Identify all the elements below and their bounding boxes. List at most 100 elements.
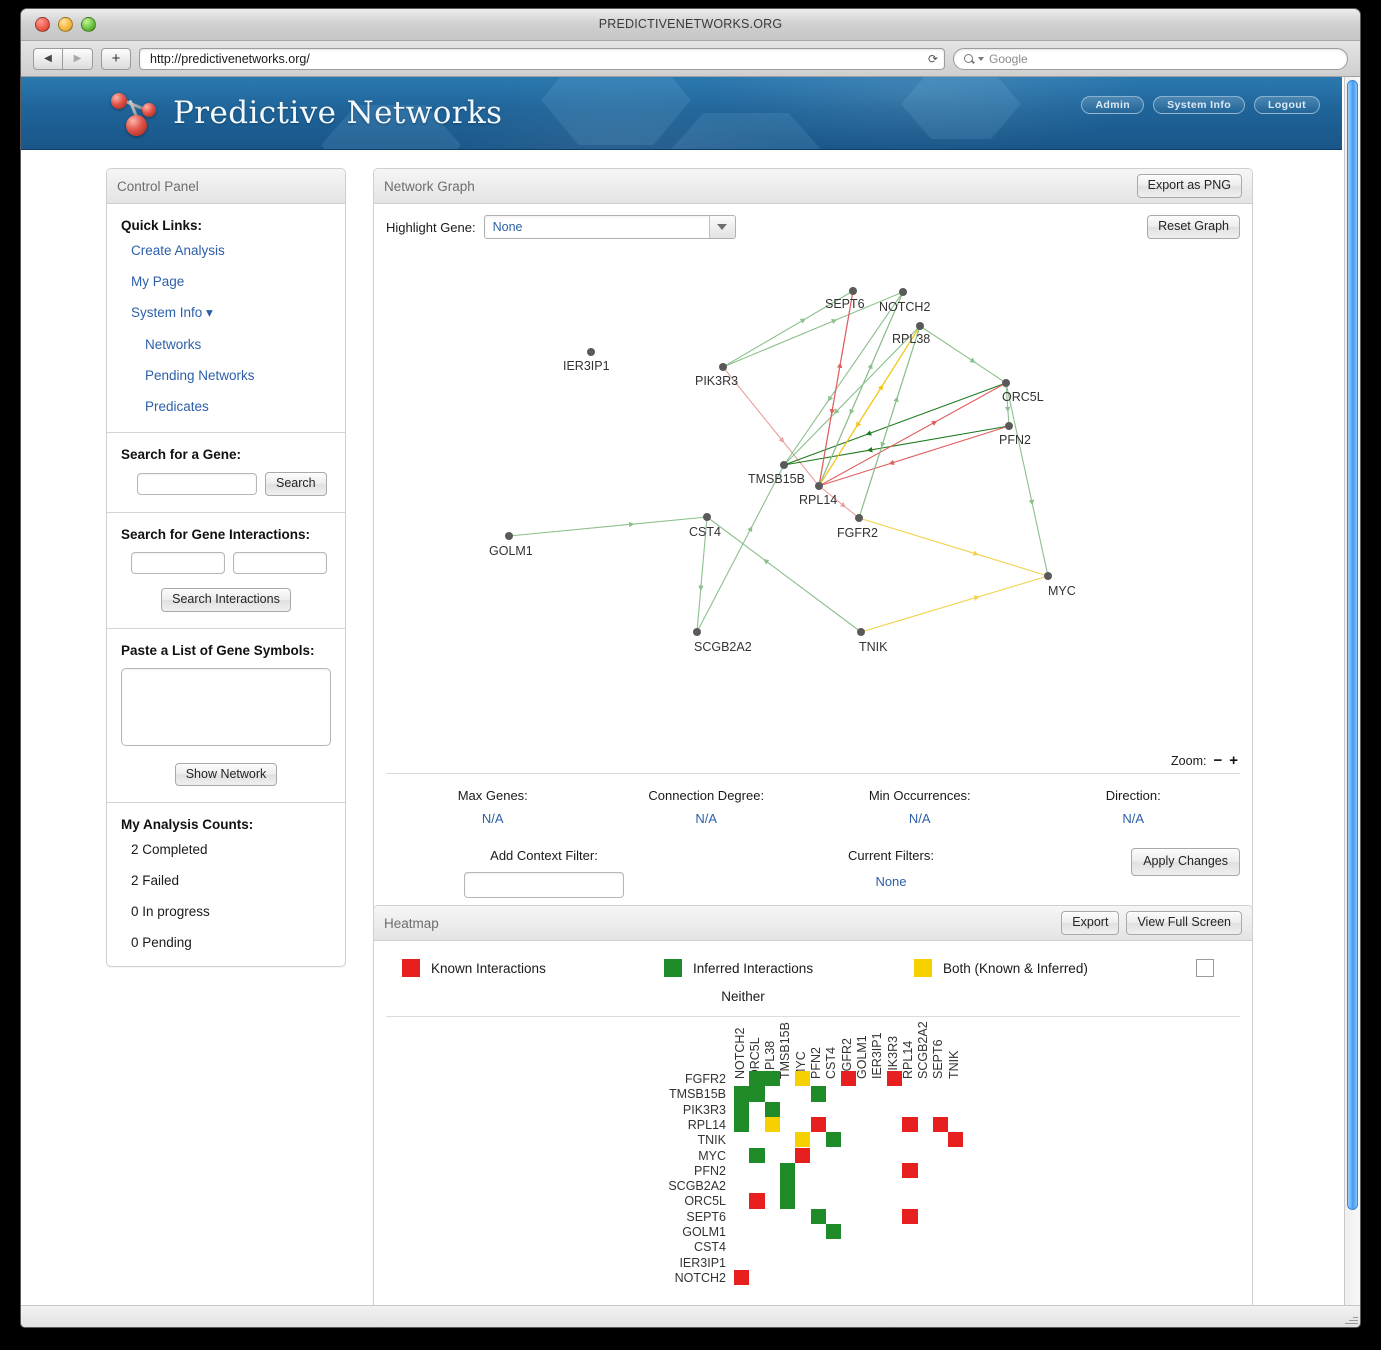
graph-node-label: SEPT6 [825, 297, 865, 311]
vertical-scrollbar[interactable] [1344, 77, 1360, 1305]
graph-node[interactable] [703, 513, 711, 521]
heatmap-cell[interactable] [932, 1116, 949, 1133]
gene-search-button[interactable]: Search [265, 472, 327, 496]
navigation-buttons[interactable]: ◀ ▶ [33, 47, 93, 70]
heatmap-cell[interactable] [902, 1162, 918, 1179]
new-tab-button[interactable]: + [101, 47, 131, 70]
chevron-down-icon[interactable] [708, 216, 735, 238]
heatmap-cell[interactable] [779, 1193, 796, 1209]
heatmap-cell[interactable] [749, 1071, 765, 1087]
interaction-gene-b-input[interactable] [233, 551, 327, 574]
show-network-button[interactable]: Show Network [174, 762, 278, 787]
filter-min-occurrences-label: Min Occurrences: [868, 788, 971, 803]
graph-node-label: CST4 [689, 525, 721, 539]
graph-node[interactable] [587, 348, 595, 356]
site-logo[interactable]: Predictive Networks [109, 89, 502, 137]
heatmap-cell[interactable] [902, 1208, 918, 1224]
network-graph-controls: Highlight Gene: None Reset Graph [374, 204, 1252, 248]
graph-node[interactable] [1044, 572, 1052, 580]
graph-node-label: TMSB15B [748, 472, 805, 486]
link-create-analysis[interactable]: Create Analysis [131, 243, 331, 258]
heatmap-cell[interactable] [825, 1132, 842, 1148]
browser-search-field[interactable]: Google [953, 47, 1348, 70]
graph-node[interactable] [855, 514, 863, 522]
add-context-filter-input[interactable] [463, 872, 624, 898]
view-full-screen-button[interactable]: View Full Screen [1126, 911, 1242, 935]
heatmap-cell[interactable] [810, 1208, 826, 1224]
graph-node[interactable] [719, 363, 727, 371]
gene-list-textarea[interactable] [121, 667, 331, 746]
apply-changes-button[interactable]: Apply Changes [1131, 848, 1240, 876]
graph-node-label: TNIK [859, 640, 888, 654]
graph-edge [631, 516, 708, 525]
system-info-button[interactable]: System Info [1153, 96, 1246, 114]
heatmap-column-label: SEPT6 [931, 1039, 946, 1079]
paste-gene-list-heading: Paste a List of Gene Symbols: [121, 642, 315, 658]
link-system-info[interactable]: System Info ▾ [131, 305, 331, 321]
graph-node[interactable] [1005, 422, 1013, 430]
heatmap-grid[interactable]: NOTCH2 ORC5L RPL38 TMSB15B MYC PFN2 CST4 FGFR2 G… [374, 1017, 1252, 1305]
highlight-gene-select[interactable]: None [483, 215, 736, 239]
link-pending-networks[interactable]: Pending Networks [145, 368, 331, 383]
heatmap-cell[interactable] [749, 1086, 765, 1102]
network-graph-svg[interactable]: SEPT6 NOTCH2 RPL38 IER3IP1 PIK3R3 ORC5L PFN2 TM… [374, 248, 1252, 753]
page-viewport: Predictive Networks Admin System Info Lo… [21, 77, 1360, 1305]
back-button[interactable]: ◀ [33, 47, 63, 70]
filter-min-occurrences: Min Occurrences: N/A [813, 788, 1027, 826]
link-predicates[interactable]: Predicates [145, 399, 331, 414]
heatmap-cell[interactable] [734, 1101, 750, 1117]
graph-node[interactable] [815, 482, 823, 490]
heatmap-panel: Heatmap Export View Full Screen Known In… [373, 905, 1253, 1305]
graph-node[interactable] [1002, 379, 1010, 387]
heatmap-cell[interactable] [887, 1071, 903, 1087]
link-my-page[interactable]: My Page [131, 274, 331, 289]
heatmap-cell[interactable] [764, 1101, 780, 1117]
heatmap-cell[interactable] [779, 1178, 796, 1194]
network-graph-canvas[interactable]: SEPT6 NOTCH2 RPL38 IER3IP1 PIK3R3 ORC5L PFN2 TM… [374, 248, 1252, 753]
gene-search-input[interactable] [137, 472, 257, 495]
graph-node[interactable] [780, 461, 788, 469]
heatmap-cell[interactable] [734, 1086, 750, 1102]
heatmap-cell[interactable] [902, 1116, 918, 1133]
graph-node[interactable] [693, 628, 701, 636]
heatmap-cell[interactable] [764, 1116, 780, 1133]
interaction-gene-a-input[interactable] [131, 551, 225, 574]
heatmap-cell[interactable] [810, 1086, 826, 1102]
heatmap-row-label: ORC5L [684, 1194, 726, 1209]
heatmap-export-button[interactable]: Export [1061, 911, 1120, 935]
graph-node[interactable] [916, 322, 924, 330]
heatmap-cell[interactable] [795, 1147, 811, 1163]
heatmap-cell[interactable] [795, 1071, 811, 1087]
heatmap-cell[interactable] [749, 1147, 765, 1163]
horizontal-scrollbar[interactable] [21, 1305, 1360, 1327]
heatmap-cell[interactable] [841, 1071, 857, 1087]
heatmap-cell[interactable] [734, 1269, 750, 1286]
reload-icon[interactable]: ⟳ [928, 52, 938, 66]
logout-button[interactable]: Logout [1254, 96, 1320, 114]
reset-graph-button[interactable]: Reset Graph [1147, 215, 1240, 239]
admin-button[interactable]: Admin [1081, 96, 1145, 114]
graph-node[interactable] [505, 532, 513, 540]
search-interactions-button[interactable]: Search Interactions [161, 587, 291, 612]
heatmap-cell[interactable] [764, 1071, 780, 1087]
heatmap-row-label: GOLM1 [682, 1225, 726, 1239]
link-networks[interactable]: Networks [145, 337, 331, 352]
address-bar[interactable]: http://predictivenetworks.org/ ⟳ [139, 47, 945, 70]
heatmap-cell[interactable] [948, 1132, 964, 1148]
zoom-in-button[interactable]: + [1229, 753, 1238, 768]
export-as-png-button[interactable]: Export as PNG [1136, 174, 1242, 198]
heatmap-cell[interactable] [810, 1116, 826, 1133]
zoom-out-button[interactable]: − [1213, 753, 1222, 768]
heatmap-cell[interactable] [734, 1116, 750, 1133]
graph-node[interactable] [899, 288, 907, 296]
heatmap-cell[interactable] [749, 1193, 765, 1209]
heatmap-cell[interactable] [795, 1132, 811, 1148]
graph-node[interactable] [849, 287, 857, 295]
window-resizer[interactable] [1344, 1311, 1358, 1325]
heatmap-cell[interactable] [825, 1224, 842, 1240]
heatmap-cell[interactable] [779, 1162, 796, 1179]
vertical-scrollbar-thumb[interactable] [1347, 80, 1358, 1210]
graph-node[interactable] [857, 628, 865, 636]
filter-max-genes: Max Genes: N/A [386, 788, 600, 826]
forward-button[interactable]: ▶ [63, 47, 93, 70]
